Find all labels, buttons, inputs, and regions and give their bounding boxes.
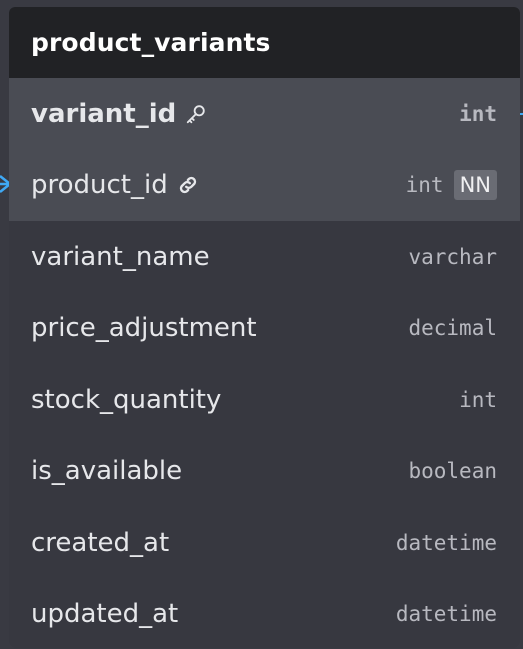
column-type: datetime	[396, 602, 497, 626]
table-row[interactable]: variant_id int	[9, 78, 520, 150]
column-name: is_available	[31, 456, 182, 486]
table-row[interactable]: stock_quantity int	[9, 364, 520, 436]
key-icon	[185, 103, 207, 125]
column-label: updated_at	[31, 599, 179, 630]
entity-table[interactable]: product_variants variant_id int product_…	[9, 7, 520, 648]
type-label: varchar	[408, 244, 497, 269]
column-label: price_adjustment	[31, 313, 257, 344]
type-label: int	[459, 387, 497, 412]
column-name: variant_name	[31, 242, 210, 272]
table-header[interactable]: product_variants	[9, 7, 520, 78]
diagram-canvas: product_variants variant_id int product_…	[0, 0, 523, 649]
column-label: variant_name	[31, 241, 210, 272]
table-title: product_variants	[31, 28, 271, 57]
table-row[interactable]: created_at datetime	[9, 507, 520, 579]
table-row[interactable]: updated_at datetime	[9, 579, 520, 649]
column-type: int	[459, 102, 497, 126]
column-label: product_id	[31, 170, 168, 201]
link-icon	[177, 174, 199, 196]
not-null-badge: NN	[453, 170, 497, 201]
column-name: price_adjustment	[31, 313, 257, 343]
type-label: decimal	[408, 316, 497, 341]
type-label: datetime	[395, 530, 497, 555]
column-type: int NN	[405, 170, 497, 201]
table-row[interactable]: product_id int NN	[9, 149, 520, 221]
column-label: variant_id	[31, 98, 177, 129]
type-label: datetime	[395, 602, 497, 627]
column-label: is_available	[31, 456, 183, 487]
column-type: datetime	[396, 531, 497, 555]
table-row[interactable]: price_adjustment decimal	[9, 293, 520, 365]
column-name: variant_id	[31, 99, 207, 129]
table-row[interactable]: is_available boolean	[9, 436, 520, 508]
column-name: created_at	[31, 528, 169, 558]
type-label: int	[405, 173, 444, 198]
type-label: boolean	[408, 459, 497, 484]
column-type: decimal	[408, 316, 497, 340]
table-row[interactable]: variant_name varchar	[9, 221, 520, 293]
column-name: stock_quantity	[31, 385, 221, 415]
column-type: varchar	[408, 245, 497, 269]
column-label: created_at	[31, 527, 170, 558]
column-type: int	[459, 388, 497, 412]
type-label: int	[459, 101, 497, 126]
column-label: stock_quantity	[31, 384, 222, 415]
column-name: updated_at	[31, 599, 178, 629]
column-type: boolean	[408, 459, 497, 483]
column-name: product_id	[31, 170, 199, 200]
